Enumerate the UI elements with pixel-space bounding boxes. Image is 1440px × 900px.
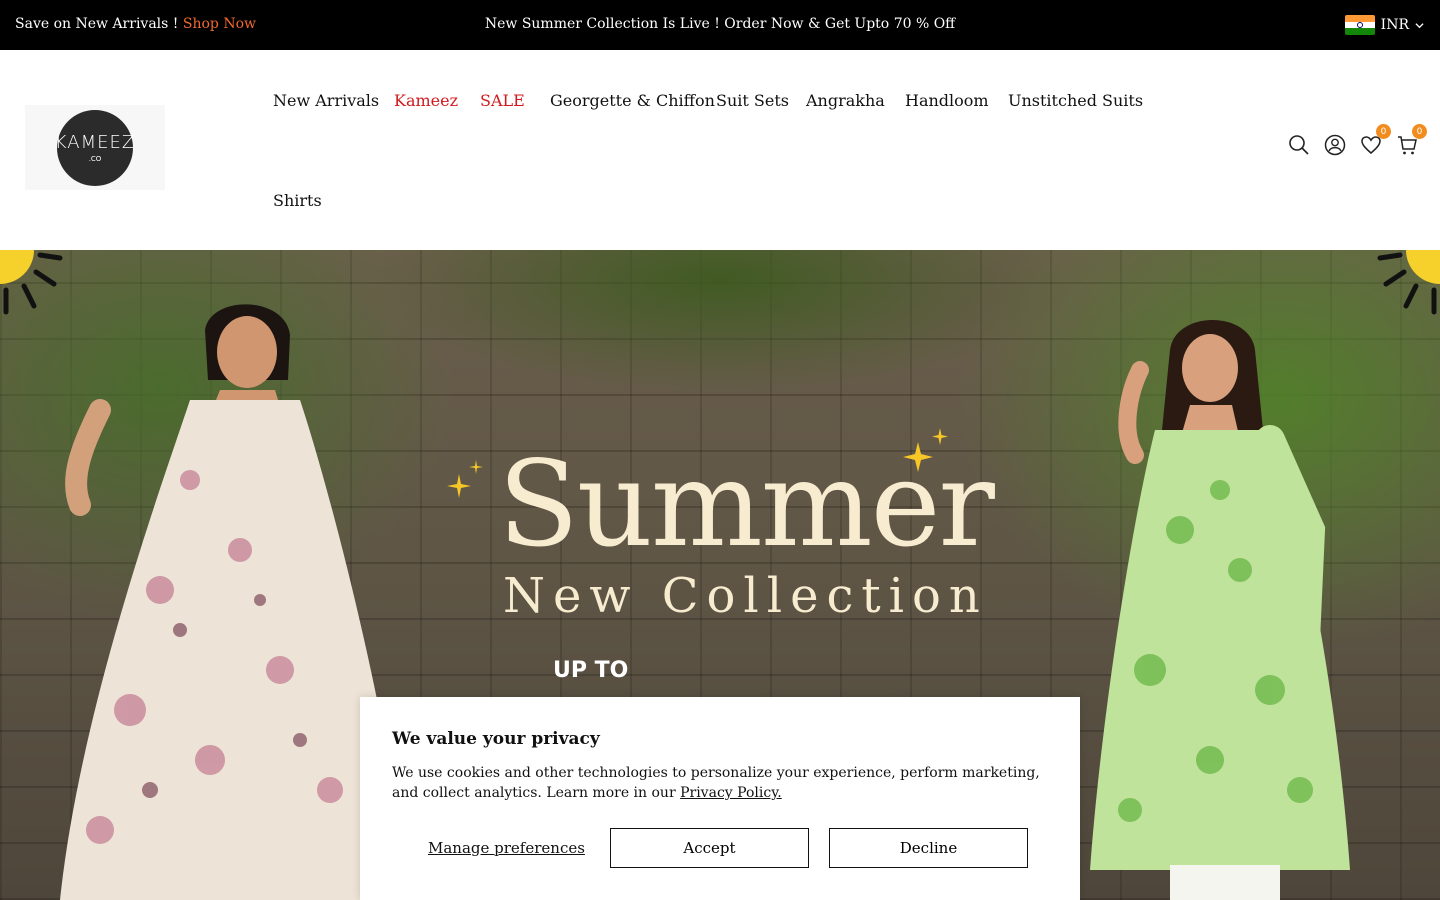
nav-item-georgette-chiffon[interactable]: Georgette & Chiffon [550,91,715,110]
nav-item-suit-sets[interactable]: Suit Sets [716,91,789,110]
cookie-title: We value your privacy [392,729,600,749]
cart-count-badge: 0 [1412,124,1427,139]
wishlist-count-badge: 0 [1376,124,1391,139]
cookie-text: We use cookies and other technologies to… [392,763,1048,803]
hero-headline: Summer [498,435,995,573]
cookie-consent-dialog: We value your privacy We use cookies and… [360,697,1080,900]
decline-button[interactable]: Decline [829,828,1028,868]
privacy-policy-link[interactable]: Privacy Policy. [680,785,782,801]
nav-item-sale[interactable]: SALE [480,91,525,110]
nav-item-unstitched-suits[interactable]: Unstitched Suits [1008,91,1143,110]
currency-selector[interactable]: INR [1344,15,1424,35]
manage-preferences-link[interactable]: Manage preferences [428,839,585,857]
announcement-center-text: New Summer Collection Is Live ! Order No… [484,16,956,32]
cookie-actions: Manage preferences Accept Decline [392,828,1028,868]
nav-item-shirts[interactable]: Shirts [273,191,322,210]
search-button[interactable] [1288,134,1310,156]
wishlist-button[interactable]: 0 [1360,124,1391,156]
nav-item-new-arrivals[interactable]: New Arrivals [273,91,379,110]
nav-item-kameez[interactable]: Kameez [394,91,458,110]
logo[interactable]: KAMEEZ .CO [25,105,165,190]
model-right-image [1090,320,1350,900]
logo-text: KAMEEZ [54,132,136,153]
account-button[interactable] [1324,134,1346,156]
hero-upto-label: UP TO [553,658,629,683]
currency-label: INR [1380,17,1409,33]
nav-item-handloom[interactable]: Handloom [905,91,989,110]
search-icon [1289,135,1309,155]
site-header: KAMEEZ .CO New Arrivals Kameez SALE Geor… [0,50,1440,250]
accept-button[interactable]: Accept [610,828,809,868]
account-icon [1324,134,1346,156]
logo-circle: KAMEEZ .CO [54,109,136,186]
sparkle-icon [447,460,483,498]
sun-graphic-right [1377,250,1440,315]
cart-button[interactable]: 0 [1396,124,1427,156]
logo-sub: .CO [88,155,102,163]
nav-item-angrakha[interactable]: Angrakha [806,91,885,110]
chevron-down-icon [1415,22,1424,28]
india-flag-icon [1344,15,1375,35]
header-icons: 0 0 [1288,124,1427,156]
announcement-bar: Save on New Arrivals ! Shop Now New Summ… [0,0,1440,50]
hero-subheadline: New Collection [503,568,988,624]
